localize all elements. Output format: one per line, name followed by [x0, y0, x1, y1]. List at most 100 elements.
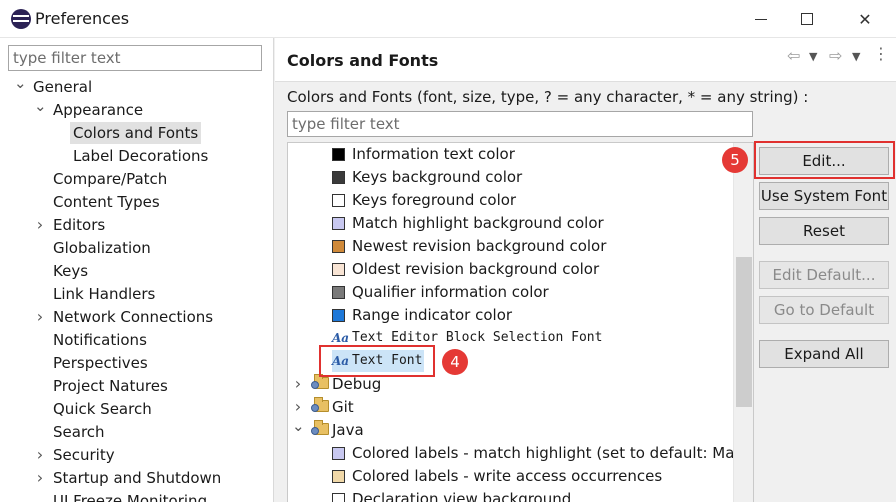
color-item-label: Match highlight background color — [352, 214, 604, 232]
chevron-right-icon[interactable]: › — [34, 214, 46, 236]
color-item[interactable]: Keys background color — [288, 166, 728, 189]
close-icon: ✕ — [858, 9, 872, 29]
go-to-default-button[interactable]: Go to Default — [759, 296, 889, 324]
tree-item[interactable]: Link Handlers — [0, 283, 270, 306]
color-swatch — [332, 240, 345, 253]
text-font-highlight — [319, 345, 435, 377]
chevron-right-icon[interactable]: › — [34, 467, 46, 489]
chevron-down-icon[interactable]: ⌄ — [34, 95, 47, 117]
color-swatch — [332, 148, 345, 161]
tree-item-label: Notifications — [53, 331, 147, 349]
chevron-right-icon[interactable]: › — [34, 444, 46, 466]
color-item-label: Newest revision background color — [352, 237, 607, 255]
chevron-right-icon[interactable]: › — [34, 306, 46, 328]
color-item[interactable]: Newest revision background color — [288, 235, 728, 258]
maximize-button[interactable] — [784, 0, 830, 38]
page-header: Colors and Fonts ⇦ ▼ ⇨ ▼ ⋮ — [275, 38, 896, 82]
color-item[interactable]: Oldest revision background color — [288, 258, 728, 281]
color-item-label: Qualifier information color — [352, 283, 549, 301]
maximize-icon — [801, 13, 813, 25]
color-swatch — [332, 309, 345, 322]
color-item-label: Oldest revision background color — [352, 260, 600, 278]
tree-item[interactable]: UI Freeze Monitoring — [0, 490, 270, 502]
tree-item[interactable]: Colors and Fonts — [0, 122, 270, 145]
color-item-label: Colored labels - match highlight (set to… — [352, 444, 749, 462]
use-system-font-button[interactable]: Use System Font — [759, 182, 889, 210]
preferences-gear-icon — [311, 381, 319, 389]
tree-item-label: Colors and Fonts — [70, 122, 202, 144]
tree-item[interactable]: Search — [0, 421, 270, 444]
preferences-filter-input[interactable] — [8, 45, 262, 71]
color-item[interactable]: Match highlight background color — [288, 212, 728, 235]
tree-item-label: Search — [53, 423, 105, 441]
color-item[interactable]: Range indicator color — [288, 304, 728, 327]
tree-item[interactable]: Globalization — [0, 237, 270, 260]
tree-scrollbar-thumb[interactable] — [736, 257, 752, 407]
category-item[interactable]: ⌄ Java — [288, 417, 728, 442]
tree-item-label: Link Handlers — [53, 285, 156, 303]
tree-item[interactable]: › Startup and Shutdown — [0, 467, 270, 490]
tree-item[interactable]: Notifications — [0, 329, 270, 352]
color-item-label: Keys foreground color — [352, 191, 517, 209]
tree-item-label: Project Natures — [53, 377, 168, 395]
minimize-icon — [755, 18, 767, 20]
tree-item[interactable]: › Editors — [0, 214, 270, 237]
chevron-down-icon[interactable]: ⌄ — [14, 72, 27, 94]
color-item[interactable]: Colored labels - write access occurrence… — [288, 465, 728, 488]
folder-icon — [311, 397, 329, 412]
tree-item[interactable]: › Security — [0, 444, 270, 467]
category-item[interactable]: › Git — [288, 396, 728, 419]
color-swatch — [332, 470, 345, 483]
back-menu-icon[interactable]: ▼ — [809, 50, 817, 63]
tree-item-label: Compare/Patch — [53, 170, 168, 188]
page-description: Colors and Fonts (font, size, type, ? = … — [287, 88, 809, 106]
color-item[interactable]: Declaration view background — [288, 488, 728, 502]
color-item[interactable]: Colored labels - match highlight (set to… — [288, 442, 749, 465]
folder-icon — [311, 374, 329, 389]
color-item-label: Keys background color — [352, 168, 523, 186]
edit-default-button[interactable]: Edit Default... — [759, 261, 889, 289]
preferences-gear-icon — [311, 427, 319, 435]
preferences-navigation: ⌄General⌄AppearanceColors and FontsLabel… — [0, 38, 274, 502]
chevron-right-icon[interactable]: › — [292, 373, 304, 395]
color-item-label: Declaration view background — [352, 490, 572, 502]
edit-button-highlight — [754, 141, 895, 179]
folder-icon — [311, 420, 329, 435]
minimize-button[interactable] — [738, 0, 784, 38]
tree-item[interactable]: › Network Connections — [0, 306, 270, 329]
tree-item[interactable]: Label Decorations — [0, 145, 270, 168]
close-button[interactable]: ✕ — [842, 0, 888, 38]
tree-item-label: Editors — [53, 216, 106, 234]
color-item-label: Information text color — [352, 145, 515, 163]
tree-item-label: Startup and Shutdown — [53, 469, 222, 487]
color-item[interactable]: Qualifier information color — [288, 281, 728, 304]
expand-all-button[interactable]: Expand All — [759, 340, 889, 368]
tree-item[interactable]: Quick Search — [0, 398, 270, 421]
chevron-right-icon[interactable]: › — [292, 396, 304, 418]
view-menu-icon[interactable]: ⋮ — [873, 44, 889, 63]
tree-item-label: Network Connections — [53, 308, 214, 326]
color-swatch — [332, 194, 345, 207]
colors-fonts-filter-input[interactable] — [287, 111, 753, 137]
tree-item[interactable]: ⌄ Appearance — [0, 97, 270, 122]
forward-menu-icon[interactable]: ▼ — [852, 50, 860, 63]
colors-fonts-tree[interactable]: Declaration view background Colored label… — [287, 142, 754, 502]
tree-item[interactable]: Compare/Patch — [0, 168, 270, 191]
category-item-label: Java — [332, 421, 364, 439]
eclipse-logo-icon — [11, 9, 31, 29]
reset-button[interactable]: Reset — [759, 217, 889, 245]
tree-item[interactable]: Perspectives — [0, 352, 270, 375]
tree-item[interactable]: Content Types — [0, 191, 270, 214]
color-item[interactable]: Information text color — [288, 143, 728, 166]
color-swatch — [332, 171, 345, 184]
tree-item[interactable]: Project Natures — [0, 375, 270, 398]
tree-item[interactable]: Keys — [0, 260, 270, 283]
color-item-label: Colored labels - write access occurrence… — [352, 467, 663, 485]
title-bar: Preferences ✕ — [0, 0, 896, 38]
step-4-badge: 4 — [442, 349, 468, 375]
color-item[interactable]: Keys foreground color — [288, 189, 728, 212]
forward-arrow-icon[interactable]: ⇨ — [829, 46, 842, 65]
step-5-badge: 5 — [722, 147, 748, 173]
back-arrow-icon[interactable]: ⇦ — [787, 46, 800, 65]
tree-scrollbar[interactable] — [733, 143, 753, 502]
